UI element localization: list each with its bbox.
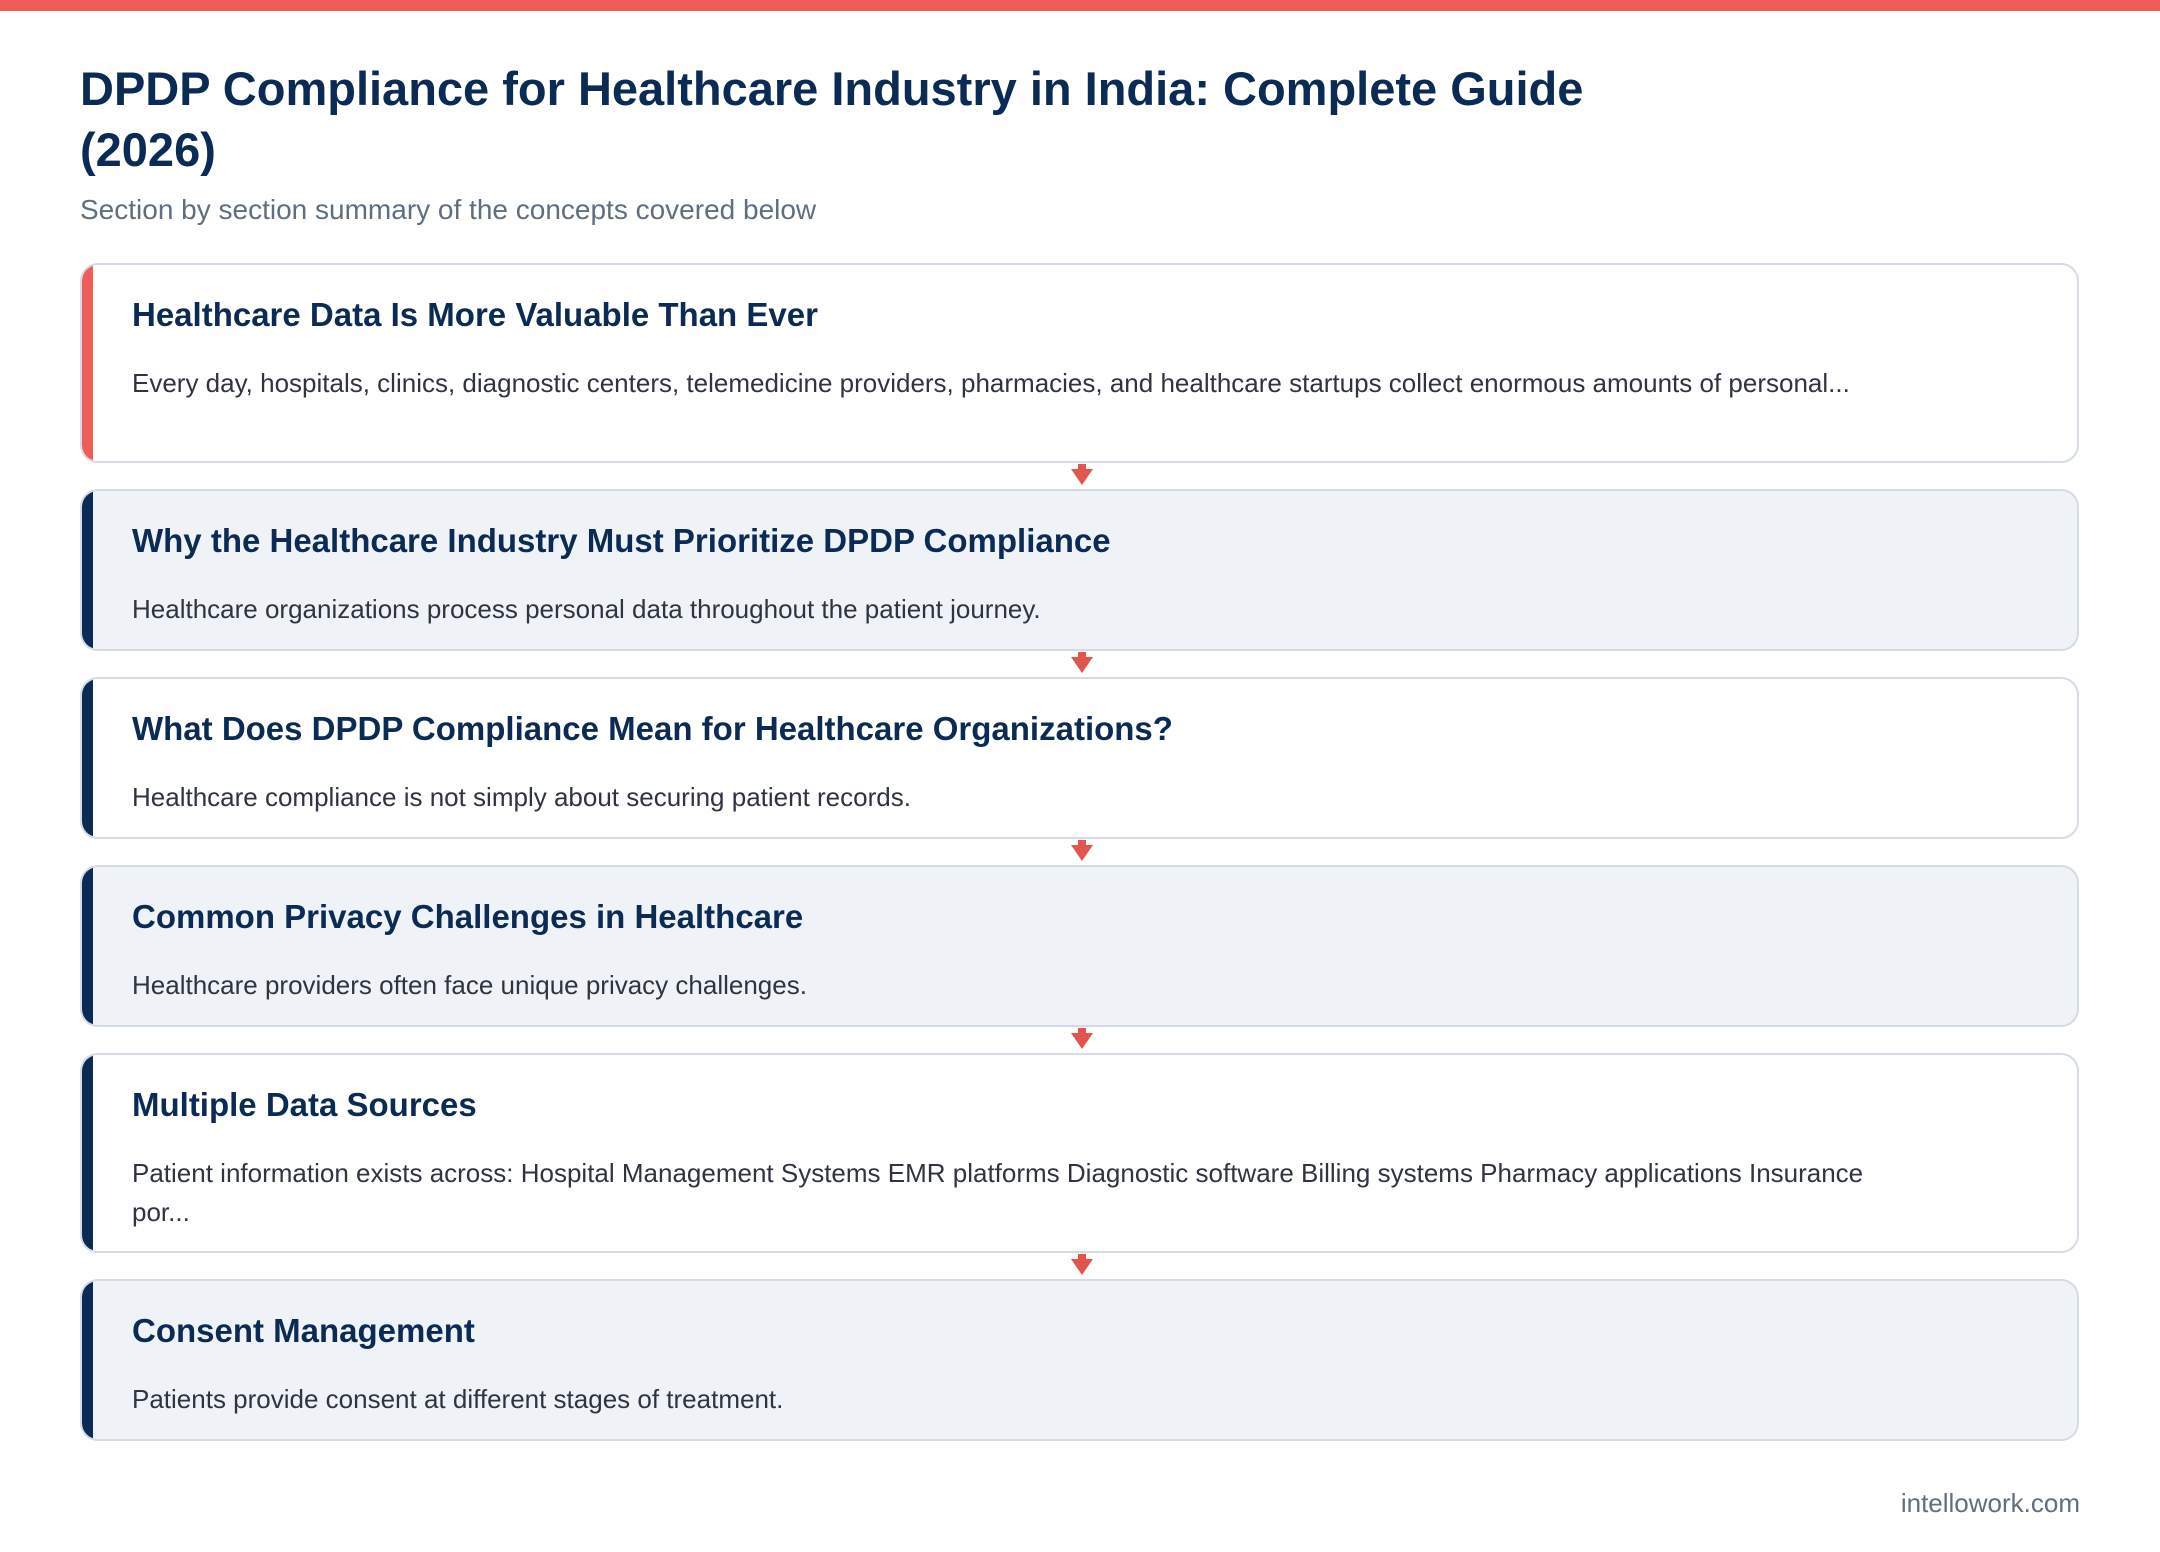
section-summary: Every day, hospitals, clinics, diagnosti… (132, 368, 1850, 398)
section-title: Multiple Data Sources (132, 1086, 477, 1123)
card-accent-bar (82, 265, 93, 461)
top-accent-bar (0, 0, 2160, 11)
section-summary: Healthcare providers often face unique p… (132, 970, 807, 1000)
section-summary: Healthcare organizations process persona… (132, 594, 1041, 624)
section-summary: Patients provide consent at different st… (132, 1384, 784, 1414)
section-summary: Patient information exists across: Hospi… (132, 1158, 1864, 1227)
section-card-6: Consent Management Patients provide cons… (80, 1279, 2079, 1441)
section-summary: Healthcare compliance is not simply abou… (132, 782, 911, 812)
section-title: Healthcare Data Is More Valuable Than Ev… (132, 296, 818, 333)
section-card-1: Healthcare Data Is More Valuable Than Ev… (80, 263, 2079, 463)
section-title: What Does DPDP Compliance Mean for Healt… (132, 710, 1173, 747)
section-card-4: Common Privacy Challenges in Healthcare … (80, 865, 2079, 1027)
card-accent-bar (82, 679, 93, 837)
section-title: Common Privacy Challenges in Healthcare (132, 898, 804, 935)
page-title: DPDP Compliance for Healthcare Industry … (80, 62, 1584, 176)
card-accent-bar (82, 1055, 93, 1251)
section-title: Consent Management (132, 1312, 475, 1349)
card-accent-bar (82, 1281, 93, 1439)
card-accent-bar (82, 491, 93, 649)
section-card-3: What Does DPDP Compliance Mean for Healt… (80, 677, 2079, 839)
card-accent-bar (82, 867, 93, 1025)
footer-site-link[interactable]: intellowork.com (1901, 1487, 2080, 1519)
section-title: Why the Healthcare Industry Must Priorit… (132, 522, 1111, 559)
page-subtitle: Section by section summary of the concep… (80, 194, 817, 225)
section-card-5: Multiple Data Sources Patient informatio… (80, 1053, 2079, 1253)
section-card-2: Why the Healthcare Industry Must Priorit… (80, 489, 2079, 651)
